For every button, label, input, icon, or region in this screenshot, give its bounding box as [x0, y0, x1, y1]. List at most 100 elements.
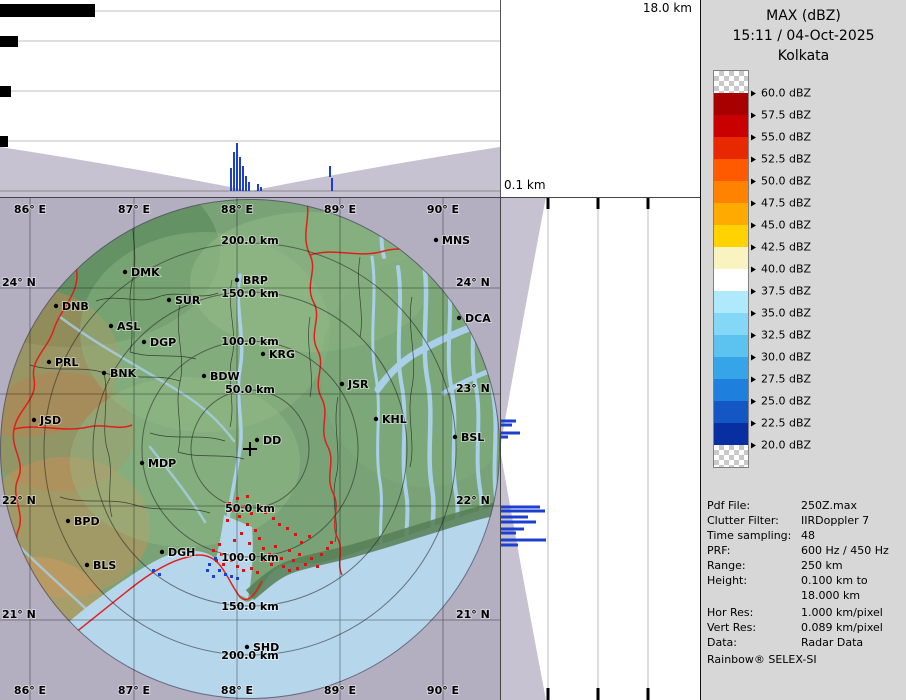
station-dot — [108, 323, 114, 329]
legend-tick-icon — [751, 310, 756, 316]
legend-label: 22.5 dBZ — [751, 417, 811, 430]
legend-color-cell — [714, 357, 748, 379]
radar-map[interactable]: MNS DMK BRP SUR DNB DCA ASL DGP KRG PRL BNK BDW JSR K… — [0, 197, 500, 700]
echo-pixel — [236, 577, 239, 580]
station-dot — [65, 518, 71, 524]
beam-limit-shade-bottom — [500, 449, 546, 700]
station-dot — [101, 370, 107, 376]
station-label: JSD — [39, 414, 61, 427]
echo-pixel — [256, 571, 259, 574]
echo-pixel — [300, 541, 303, 544]
station-label: ASL — [117, 320, 140, 333]
axis-tick-bar — [0, 36, 18, 47]
latitude-label: 21° N — [456, 608, 490, 621]
echo-pixel — [218, 569, 221, 572]
echo-pixel — [254, 529, 257, 532]
height-gridlines — [547, 197, 649, 700]
echo-pixel — [224, 573, 227, 576]
station-dot — [254, 437, 260, 443]
echo-pixel — [240, 532, 243, 535]
echo-pixel — [236, 497, 239, 500]
echo-pixel — [320, 553, 323, 556]
station-label: BRP — [243, 274, 268, 287]
legend-color-cell — [714, 379, 748, 401]
range-ring-label: 200.0 km — [221, 234, 278, 247]
station-dot — [141, 339, 147, 345]
station-label: KHL — [382, 413, 407, 426]
longitude-label: 86° E — [14, 684, 46, 697]
echo-pixel — [292, 559, 295, 562]
station-label: BLS — [93, 559, 116, 572]
top-profile-panel — [0, 0, 500, 197]
legend-labels: 60.0 dBZ 57.5 dBZ 55.0 dBZ 52.5 dBZ 50.0 dBZ… — [751, 71, 903, 469]
station-label: MNS — [442, 234, 470, 247]
station-dot — [373, 416, 379, 422]
legend-color-cell — [714, 335, 748, 357]
metadata-row: Data: Radar Data — [707, 636, 864, 649]
echo-pixel — [214, 557, 217, 560]
legend-label: 27.5 dBZ — [751, 373, 811, 386]
station-dot — [159, 549, 165, 555]
legend-tick-icon — [751, 178, 756, 184]
echo-pixel — [158, 573, 161, 576]
station-label: DMK — [131, 266, 160, 279]
legend-color-cell — [714, 423, 748, 445]
latitude-label: 22° N — [2, 494, 36, 507]
radar-map-canvas[interactable]: MNS DMK BRP SUR DNB DCA ASL DGP KRG PRL BNK BDW JSR K… — [0, 197, 500, 700]
echo-pixel — [304, 563, 307, 566]
legend-tick-icon — [751, 90, 756, 96]
legend-label: 57.5 dBZ — [751, 109, 811, 122]
metadata-row: Height: 0.100 km to — [707, 574, 868, 587]
legend-tick-icon — [751, 222, 756, 228]
station-dot — [46, 359, 52, 365]
metadata-row: Vert Res: 0.089 km/pixel — [707, 621, 883, 634]
axis-tick-bar — [0, 86, 11, 97]
legend-color-cell — [714, 313, 748, 335]
beam-limit-shade-right — [250, 147, 500, 191]
legend-tick-icon — [751, 112, 756, 118]
station-dot — [234, 277, 240, 283]
metadata-table-1: Pdf File: 250Z.max Clutter Filter: IIRDoppl… — [707, 498, 904, 603]
legend-tick-icon — [751, 420, 756, 426]
legend-label: 37.5 dBZ — [751, 285, 811, 298]
legend-label: 42.5 dBZ — [751, 241, 811, 254]
range-ring-label: 50.0 km — [225, 383, 275, 396]
echo-pixel — [274, 545, 277, 548]
legend-tick-icon — [751, 244, 756, 250]
station-dot — [260, 351, 266, 357]
range-ring-label: 50.0 km — [225, 502, 275, 515]
latitude-label: 23° N — [456, 382, 490, 395]
echo-pixel — [206, 569, 209, 572]
timestamp-label: 15:11 / 04-Oct-2025 — [732, 28, 875, 44]
longitude-label: 89° E — [324, 684, 356, 697]
legend-color-cell — [714, 247, 748, 269]
top-profile-bars — [0, 4, 95, 147]
legend-panel: MAX (dBZ) 15:11 / 04-Oct-2025 Kolkata 60… — [700, 0, 906, 700]
station-dot — [166, 297, 172, 303]
echo-pixel — [248, 542, 251, 545]
range-ring-label: 100.0 km — [221, 335, 278, 348]
legend-scale — [713, 70, 749, 468]
legend-label: 25.0 dBZ — [751, 395, 811, 408]
range-ring-label: 100.0 km — [221, 551, 278, 564]
longitude-label: 87° E — [118, 684, 150, 697]
echo-pixel — [310, 557, 313, 560]
right-profile-canvas — [500, 197, 700, 700]
legend-label: 47.5 dBZ — [751, 197, 811, 210]
echo-pixel — [246, 495, 249, 498]
echo-pixel — [233, 539, 236, 542]
echo-pixel — [288, 569, 291, 572]
station-label: DCA — [465, 312, 491, 325]
station-label: BPD — [74, 515, 100, 528]
station-label: DD — [263, 434, 281, 447]
station-label: DGH — [168, 546, 195, 559]
legend-color-cell — [714, 203, 748, 225]
metadata-row: Range: 250 km — [707, 559, 843, 572]
legend-color-cell — [714, 291, 748, 313]
echo-pixel — [316, 565, 319, 568]
legend-color-cell — [714, 269, 748, 291]
station-dot — [339, 381, 345, 387]
longitude-label: 88° E — [221, 684, 253, 697]
echo-pixel — [258, 537, 261, 540]
station-dot — [452, 434, 458, 440]
